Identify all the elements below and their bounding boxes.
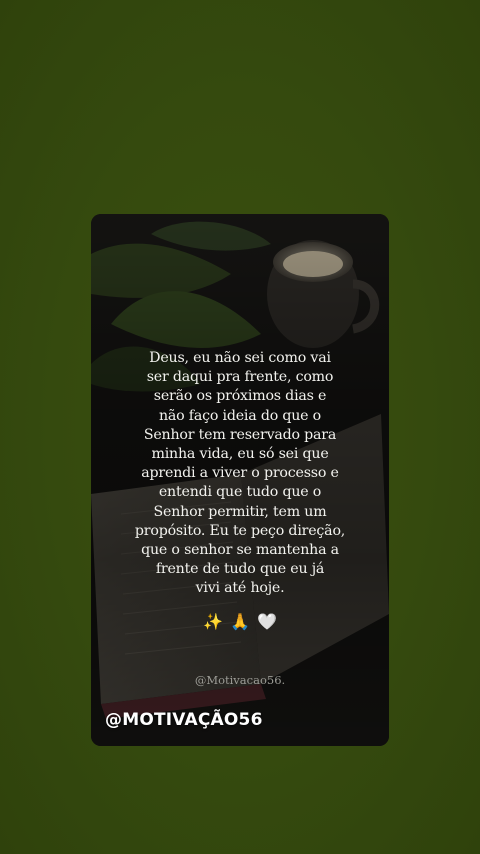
story-page: Deus, eu não sei como vai ser daqui pra … [0,0,480,854]
white-heart-icon: 🤍 [257,612,277,631]
account-handle[interactable]: @MOTIVAÇÃO56 [105,710,263,730]
story-card[interactable]: Deus, eu não sei como vai ser daqui pra … [91,214,389,746]
sparkles-icon: ✨ [203,612,223,631]
credit-watermark: @Motivacao56. [194,673,286,687]
emoji-row: ✨ 🙏 🤍 [91,612,389,632]
praying-hands-icon: 🙏 [230,612,250,631]
quote-text: Deus, eu não sei como vai ser daqui pra … [134,350,346,597]
